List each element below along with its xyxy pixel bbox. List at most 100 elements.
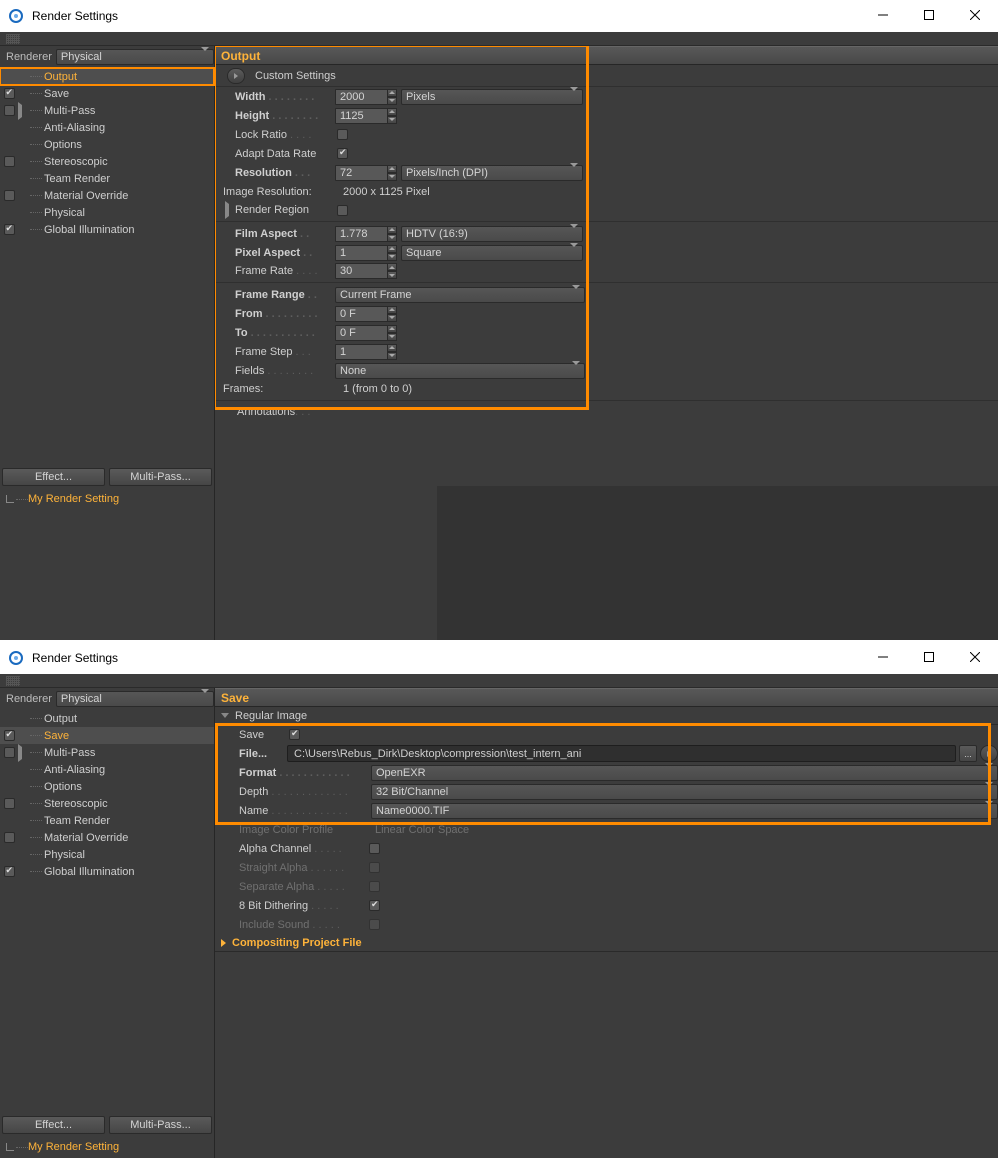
gripper-icon xyxy=(6,676,20,686)
sidebar-item-stereoscopic[interactable]: Stereoscopic xyxy=(0,795,214,812)
checkbox-icon[interactable] xyxy=(4,105,15,116)
sidebar: Renderer Physical Output Save Multi-Pas xyxy=(0,688,215,1158)
sidebar-item-global-illumination[interactable]: Global Illumination xyxy=(0,221,214,238)
browse-button[interactable]: ... xyxy=(959,745,977,762)
sidebar-item-stereoscopic[interactable]: Stereoscopic xyxy=(0,153,214,170)
to-input[interactable]: 0 F xyxy=(335,325,397,341)
alpha-channel-checkbox[interactable] xyxy=(369,843,380,854)
image-resolution-value: 2000 x 1125 Pixel xyxy=(343,186,430,198)
spinner-up-icon[interactable] xyxy=(387,89,397,97)
minimize-button[interactable] xyxy=(860,642,906,672)
pixel-aspect-input[interactable]: 1 xyxy=(335,245,397,261)
checkbox-icon[interactable] xyxy=(4,156,15,167)
regular-image-section[interactable]: Regular Image xyxy=(215,707,998,725)
frame-step-input[interactable]: 1 xyxy=(335,344,397,360)
resolution-input[interactable]: 72 xyxy=(335,165,397,181)
film-aspect-preset-dropdown[interactable]: HDTV (16:9) xyxy=(401,226,583,242)
close-button[interactable] xyxy=(952,642,998,672)
spinner-down-icon[interactable] xyxy=(387,97,397,105)
window-title: Render Settings xyxy=(32,651,118,665)
maximize-button[interactable] xyxy=(906,0,952,30)
checkbox-icon[interactable] xyxy=(4,88,15,99)
sidebar-item-global-illumination[interactable]: Global Illumination xyxy=(0,863,214,880)
sidebar-item-output[interactable]: Output xyxy=(0,68,214,85)
pixel-aspect-preset-dropdown[interactable]: Square xyxy=(401,245,583,261)
straight-alpha-checkbox xyxy=(369,862,380,873)
include-sound-checkbox xyxy=(369,919,380,930)
render-setting-row[interactable]: My Render Setting xyxy=(0,488,214,510)
custom-settings-label: Custom Settings xyxy=(255,70,336,82)
sidebar-item-multipass[interactable]: Multi-Pass xyxy=(0,744,214,761)
sidebar-item-output[interactable]: Output xyxy=(0,710,214,727)
titlebar[interactable]: Render Settings xyxy=(0,642,998,674)
chevron-down-icon xyxy=(221,713,229,718)
adapt-data-rate-checkbox[interactable] xyxy=(337,148,348,159)
titlebar[interactable]: Render Settings xyxy=(0,0,998,32)
compositing-section[interactable]: Compositing Project File xyxy=(215,934,998,952)
renderer-dropdown[interactable]: Physical xyxy=(56,49,214,65)
checkbox-icon[interactable] xyxy=(4,190,15,201)
output-panel: Output Custom Settings Width . . . . . .… xyxy=(215,46,998,640)
sidebar-item-save[interactable]: Save xyxy=(0,727,214,744)
sidebar-item-team-render[interactable]: Team Render xyxy=(0,170,214,187)
sidebar-item-options[interactable]: Options xyxy=(0,136,214,153)
lock-ratio-checkbox[interactable] xyxy=(337,129,348,140)
from-input[interactable]: 0 F xyxy=(335,306,397,322)
minimize-button[interactable] xyxy=(860,0,906,30)
sidebar: Renderer Physical Output Save Multi-Pas xyxy=(0,46,215,640)
menubar[interactable] xyxy=(0,32,998,46)
render-region-checkbox[interactable] xyxy=(337,205,348,216)
sidebar-item-material-override[interactable]: Material Override xyxy=(0,187,214,204)
file-path-input[interactable]: C:\Users\Rebus_Dirk\Desktop\compression\… xyxy=(287,745,956,762)
path-menu-button[interactable] xyxy=(980,745,998,762)
custom-settings-button[interactable] xyxy=(227,68,245,84)
resolution-unit-dropdown[interactable]: Pixels/Inch (DPI) xyxy=(401,165,583,181)
window-title: Render Settings xyxy=(32,9,118,23)
expand-icon[interactable] xyxy=(225,201,229,219)
save-panel: Save Regular Image Save File... C:\Users… xyxy=(215,688,998,1158)
app-icon xyxy=(8,650,24,666)
sidebar-item-team-render[interactable]: Team Render xyxy=(0,812,214,829)
save-checkbox[interactable] xyxy=(289,729,300,740)
empty-panel-area xyxy=(437,486,998,640)
app-icon xyxy=(8,8,24,24)
multipass-button[interactable]: Multi-Pass... xyxy=(109,468,212,486)
sidebar-item-options[interactable]: Options xyxy=(0,778,214,795)
multipass-button[interactable]: Multi-Pass... xyxy=(109,1116,212,1134)
panel-header: Save xyxy=(215,688,998,707)
frame-range-dropdown[interactable]: Current Frame xyxy=(335,287,585,303)
sidebar-item-antialiasing[interactable]: Anti-Aliasing xyxy=(0,761,214,778)
height-input[interactable]: 1125 xyxy=(335,108,397,124)
effect-button[interactable]: Effect... xyxy=(2,468,105,486)
depth-dropdown[interactable]: 32 Bit/Channel xyxy=(371,784,998,800)
annotations-row[interactable]: Annotations . . . xyxy=(215,403,998,421)
render-settings-window-output: Render Settings Renderer Physical Output xyxy=(0,0,998,640)
sidebar-item-save[interactable]: Save xyxy=(0,85,214,102)
render-setting-row[interactable]: My Render Setting xyxy=(0,1136,214,1158)
menubar[interactable] xyxy=(0,674,998,688)
sidebar-item-multipass[interactable]: Multi-Pass xyxy=(0,102,214,119)
chevron-right-icon xyxy=(221,939,226,947)
chevron-down-icon xyxy=(570,87,578,103)
color-profile-value: Linear Color Space xyxy=(375,824,469,836)
maximize-button[interactable] xyxy=(906,642,952,672)
sidebar-item-material-override[interactable]: Material Override xyxy=(0,829,214,846)
dithering-checkbox[interactable] xyxy=(369,900,380,911)
width-unit-dropdown[interactable]: Pixels xyxy=(401,89,583,105)
fields-dropdown[interactable]: None xyxy=(335,363,585,379)
sidebar-item-antialiasing[interactable]: Anti-Aliasing xyxy=(0,119,214,136)
effect-button[interactable]: Effect... xyxy=(2,1116,105,1134)
renderer-dropdown[interactable]: Physical xyxy=(56,691,214,707)
expand-icon[interactable] xyxy=(18,102,22,120)
sidebar-item-physical[interactable]: Physical xyxy=(0,846,214,863)
width-input[interactable]: 2000 xyxy=(335,89,397,105)
checkbox-icon[interactable] xyxy=(4,224,15,235)
name-dropdown[interactable]: Name0000.TIF xyxy=(371,803,998,819)
sidebar-item-physical[interactable]: Physical xyxy=(0,204,214,221)
film-aspect-input[interactable]: 1.778 xyxy=(335,226,397,242)
settings-tree: Output Save Multi-Pass Anti-Aliasing Opt… xyxy=(0,68,214,466)
close-button[interactable] xyxy=(952,0,998,30)
gripper-icon xyxy=(6,34,20,44)
format-dropdown[interactable]: OpenEXR xyxy=(371,765,998,781)
frame-rate-input[interactable]: 30 xyxy=(335,263,397,279)
